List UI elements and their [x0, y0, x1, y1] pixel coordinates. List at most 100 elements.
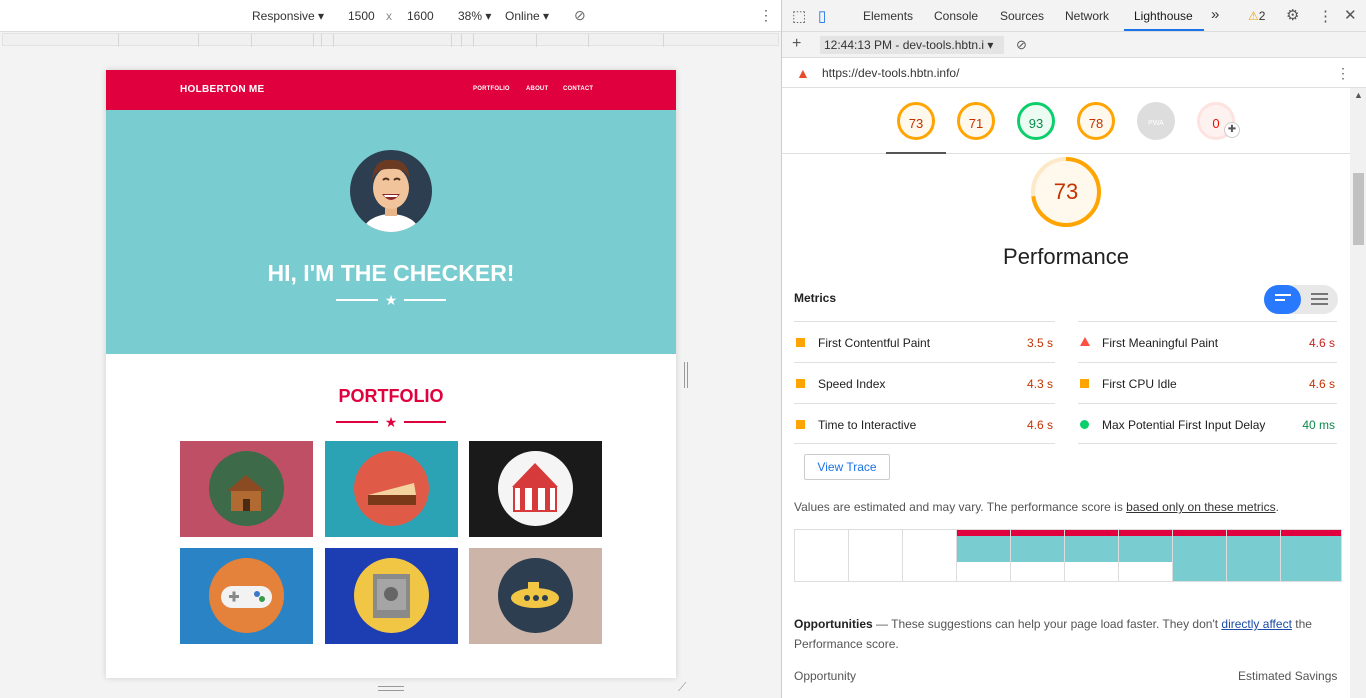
inspect-icon[interactable]: ⬚	[792, 7, 806, 25]
metric-row: Time to Interactive 4.6 s	[794, 403, 1055, 444]
active-gauge-indicator	[886, 152, 946, 154]
metric-row: First CPU Idle 4.6 s	[1078, 362, 1337, 403]
savings-column-header: Estimated Savings	[1238, 669, 1338, 683]
portfolio-tile-circus[interactable]	[469, 441, 602, 537]
average-icon	[796, 420, 805, 429]
tab-console[interactable]: Console	[934, 9, 978, 23]
average-icon	[796, 379, 805, 388]
metric-label: Speed Index	[818, 377, 886, 391]
performance-score: 73	[1053, 179, 1079, 204]
rotate-icon[interactable]: ⊘	[574, 7, 586, 24]
zoom-select[interactable]: 38% ▾	[458, 9, 491, 23]
note-suffix: .	[1275, 500, 1279, 514]
opportunities-text: — These suggestions can help your page l…	[872, 617, 1222, 631]
opportunities-link[interactable]: directly affect	[1221, 617, 1291, 631]
metric-value: 40 ms	[1302, 418, 1335, 432]
score-accessibility[interactable]: 71	[957, 102, 995, 140]
more-tabs-icon[interactable]: »	[1211, 6, 1219, 23]
media-query-ruler[interactable]	[2, 33, 779, 47]
site-brand[interactable]: HOLBERTON ME	[180, 84, 265, 95]
zoom-label: 38%	[458, 9, 483, 23]
settings-icon[interactable]: ⚙	[1286, 6, 1299, 24]
metrics-heading: Metrics	[794, 291, 837, 305]
expanded-view-button[interactable]	[1301, 285, 1338, 314]
hero-section: HI, I'M THE CHECKER! ★	[106, 110, 676, 354]
scrollbar-thumb[interactable]	[1353, 173, 1364, 245]
score-gauges: 73 71 93 78 PWA 0 ✚	[782, 88, 1350, 154]
metric-label: First CPU Idle	[1102, 377, 1177, 391]
metric-row: Speed Index 4.3 s	[794, 362, 1055, 403]
metrics-view-toggle[interactable]	[1264, 285, 1338, 314]
metric-label: First Meaningful Paint	[1102, 336, 1219, 350]
note-link[interactable]: based only on these metrics	[1126, 500, 1275, 514]
metric-label: Max Potential First Input Delay	[1102, 418, 1266, 432]
devtools-pane: ⬚ ▯ Elements Console Sources Network Lig…	[781, 0, 1366, 698]
resize-corner-icon[interactable]: ⟋	[678, 680, 686, 695]
filmstrip-frame	[849, 530, 903, 581]
throttle-label: Online	[505, 9, 540, 23]
tab-network[interactable]: Network	[1065, 9, 1109, 23]
circus-tent-icon	[498, 451, 573, 526]
throttle-select[interactable]: Online ▾	[505, 9, 549, 23]
nav-about[interactable]: ABOUT	[526, 86, 548, 92]
devtools-menu-icon[interactable]: ⋮	[1318, 7, 1333, 25]
tab-sources[interactable]: Sources	[1000, 9, 1044, 23]
performance-gauge: 73	[1029, 155, 1103, 229]
browser-window: Responsive ▾ 1500 x 1600 38% ▾ Online ▾ …	[0, 0, 1366, 698]
tab-lighthouse[interactable]: Lighthouse	[1134, 9, 1193, 23]
close-icon[interactable]: ✕	[1344, 6, 1357, 24]
clear-icon[interactable]: ⊘	[1016, 37, 1027, 53]
report-time: 12:44:13 PM - dev-tools.hbtn.i	[824, 38, 985, 52]
filmstrip-frame	[903, 530, 957, 581]
score-pwa[interactable]: PWA	[1137, 102, 1175, 140]
average-icon	[796, 338, 805, 347]
tab-elements[interactable]: Elements	[863, 9, 913, 23]
device-toggle-icon[interactable]: ▯	[818, 7, 826, 25]
avatar	[350, 150, 432, 232]
device-mode-pane: Responsive ▾ 1500 x 1600 38% ▾ Online ▾ …	[0, 0, 781, 698]
resize-handle-right[interactable]	[684, 362, 688, 388]
width-input[interactable]: 1500	[348, 9, 375, 23]
nav-contact[interactable]: CONTACT	[563, 86, 593, 92]
metric-value: 4.6 s	[1308, 377, 1335, 391]
metric-label: Time to Interactive	[818, 418, 917, 432]
filmstrip-frame	[1173, 530, 1227, 581]
portfolio-tile-cake[interactable]	[325, 441, 458, 537]
compact-view-button[interactable]	[1264, 285, 1301, 314]
metric-row: Max Potential First Input Delay 40 ms	[1078, 403, 1337, 444]
metric-value: 4.3 s	[1026, 377, 1053, 391]
plugin-icon: ✚	[1224, 122, 1240, 138]
filmstrip-frame	[1011, 530, 1065, 581]
metric-row: First Contentful Paint 3.5 s	[794, 321, 1055, 362]
score-seo[interactable]: 78	[1077, 102, 1115, 140]
portfolio-tile-game[interactable]	[180, 548, 313, 644]
report-select[interactable]: 12:44:13 PM - dev-tools.hbtn.i ▾	[820, 36, 1004, 54]
resize-handle-bottom[interactable]	[378, 686, 404, 691]
nav-portfolio[interactable]: PORTFOLIO	[473, 86, 510, 92]
url-menu-icon[interactable]: ⋮	[1336, 65, 1350, 82]
warning-icon: ⚠	[1248, 9, 1259, 23]
audited-url[interactable]: https://dev-tools.hbtn.info/	[822, 66, 959, 80]
height-input[interactable]: 1600	[407, 9, 434, 23]
portfolio-tile-submarine[interactable]	[469, 548, 602, 644]
device-select[interactable]: Responsive ▾	[252, 9, 324, 23]
filmstrip-frame	[957, 530, 1011, 581]
score-performance[interactable]: 73	[897, 102, 935, 140]
metrics-note: Values are estimated and may vary. The p…	[794, 500, 1279, 514]
pass-icon	[1080, 420, 1089, 429]
opportunity-column-header: Opportunity	[794, 669, 857, 683]
add-icon[interactable]: +	[792, 35, 801, 53]
scrollbar[interactable]: ▲	[1350, 88, 1366, 698]
safe-icon	[354, 558, 429, 633]
scroll-up-icon[interactable]: ▲	[1354, 90, 1363, 100]
view-trace-button[interactable]: View Trace	[804, 454, 890, 480]
cabin-icon	[209, 451, 284, 526]
more-options-icon[interactable]: ⋮	[759, 7, 773, 24]
portfolio-tile-safe[interactable]	[325, 548, 458, 644]
note-text: Values are estimated and may vary. The p…	[794, 500, 1127, 514]
portfolio-tile-cabin[interactable]	[180, 441, 313, 537]
warnings-badge[interactable]: ⚠2	[1248, 9, 1265, 23]
metric-value: 3.5 s	[1026, 336, 1053, 350]
portfolio-divider: ★	[336, 415, 446, 429]
score-best-practices[interactable]: 93	[1017, 102, 1055, 140]
